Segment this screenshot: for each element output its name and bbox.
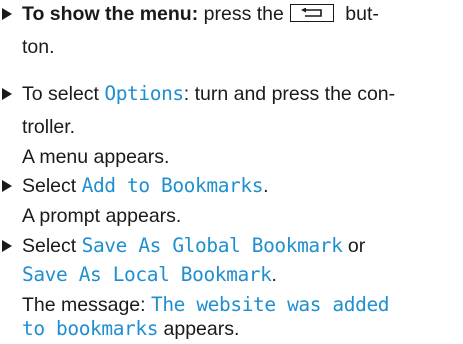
step-arrow-icon <box>2 180 12 192</box>
step-text: A menu appears. <box>22 146 170 168</box>
step-text: : turn and press the con- <box>183 83 396 105</box>
step-text: To select <box>22 83 105 105</box>
step-arrow-icon <box>2 88 12 100</box>
step-line: troller. <box>22 115 75 139</box>
step-text: Select <box>22 175 82 197</box>
step-text: . <box>263 175 269 197</box>
display-term: The website was added <box>150 293 390 316</box>
display-term: Save As Global Bookmark <box>81 234 343 257</box>
step-line: To select Options: turn and press the co… <box>22 82 395 106</box>
step-text: but- <box>339 3 379 25</box>
step-result: to bookmarks appears. <box>22 317 239 341</box>
display-term: to bookmarks <box>22 317 159 340</box>
step-text: ton. <box>22 36 55 58</box>
step-text: Select <box>22 235 82 257</box>
display-term: Add to Bookmarks <box>81 174 264 197</box>
step-arrow-icon <box>2 240 12 252</box>
back-button-key-icon <box>289 4 334 23</box>
step-text: . <box>271 264 277 286</box>
step-text: appears. <box>158 318 240 340</box>
display-term: Save As Local Bookmark <box>22 263 272 286</box>
step-heading: To show the menu: <box>22 3 199 25</box>
step-text: troller. <box>22 116 76 138</box>
step-text: or <box>342 235 366 257</box>
step-line: To show the menu: press the but- <box>22 2 379 26</box>
instruction-page: To show the menu: press the but- ton. To… <box>0 0 463 344</box>
step-text: The message: <box>22 294 151 316</box>
step-result: A prompt appears. <box>22 204 181 228</box>
step-line: ton. <box>22 35 55 59</box>
step-result: The message: The website was added <box>22 293 390 317</box>
step-text: A prompt appears. <box>22 205 182 227</box>
display-term: Options <box>104 82 184 105</box>
step-line: Select Save As Global Bookmark or <box>22 234 365 258</box>
step-text: press the <box>198 3 284 25</box>
step-line: Save As Local Bookmark. <box>22 263 277 287</box>
step-arrow-icon <box>2 8 12 20</box>
step-result: A menu appears. <box>22 145 169 169</box>
step-line: Select Add to Bookmarks. <box>22 174 269 198</box>
